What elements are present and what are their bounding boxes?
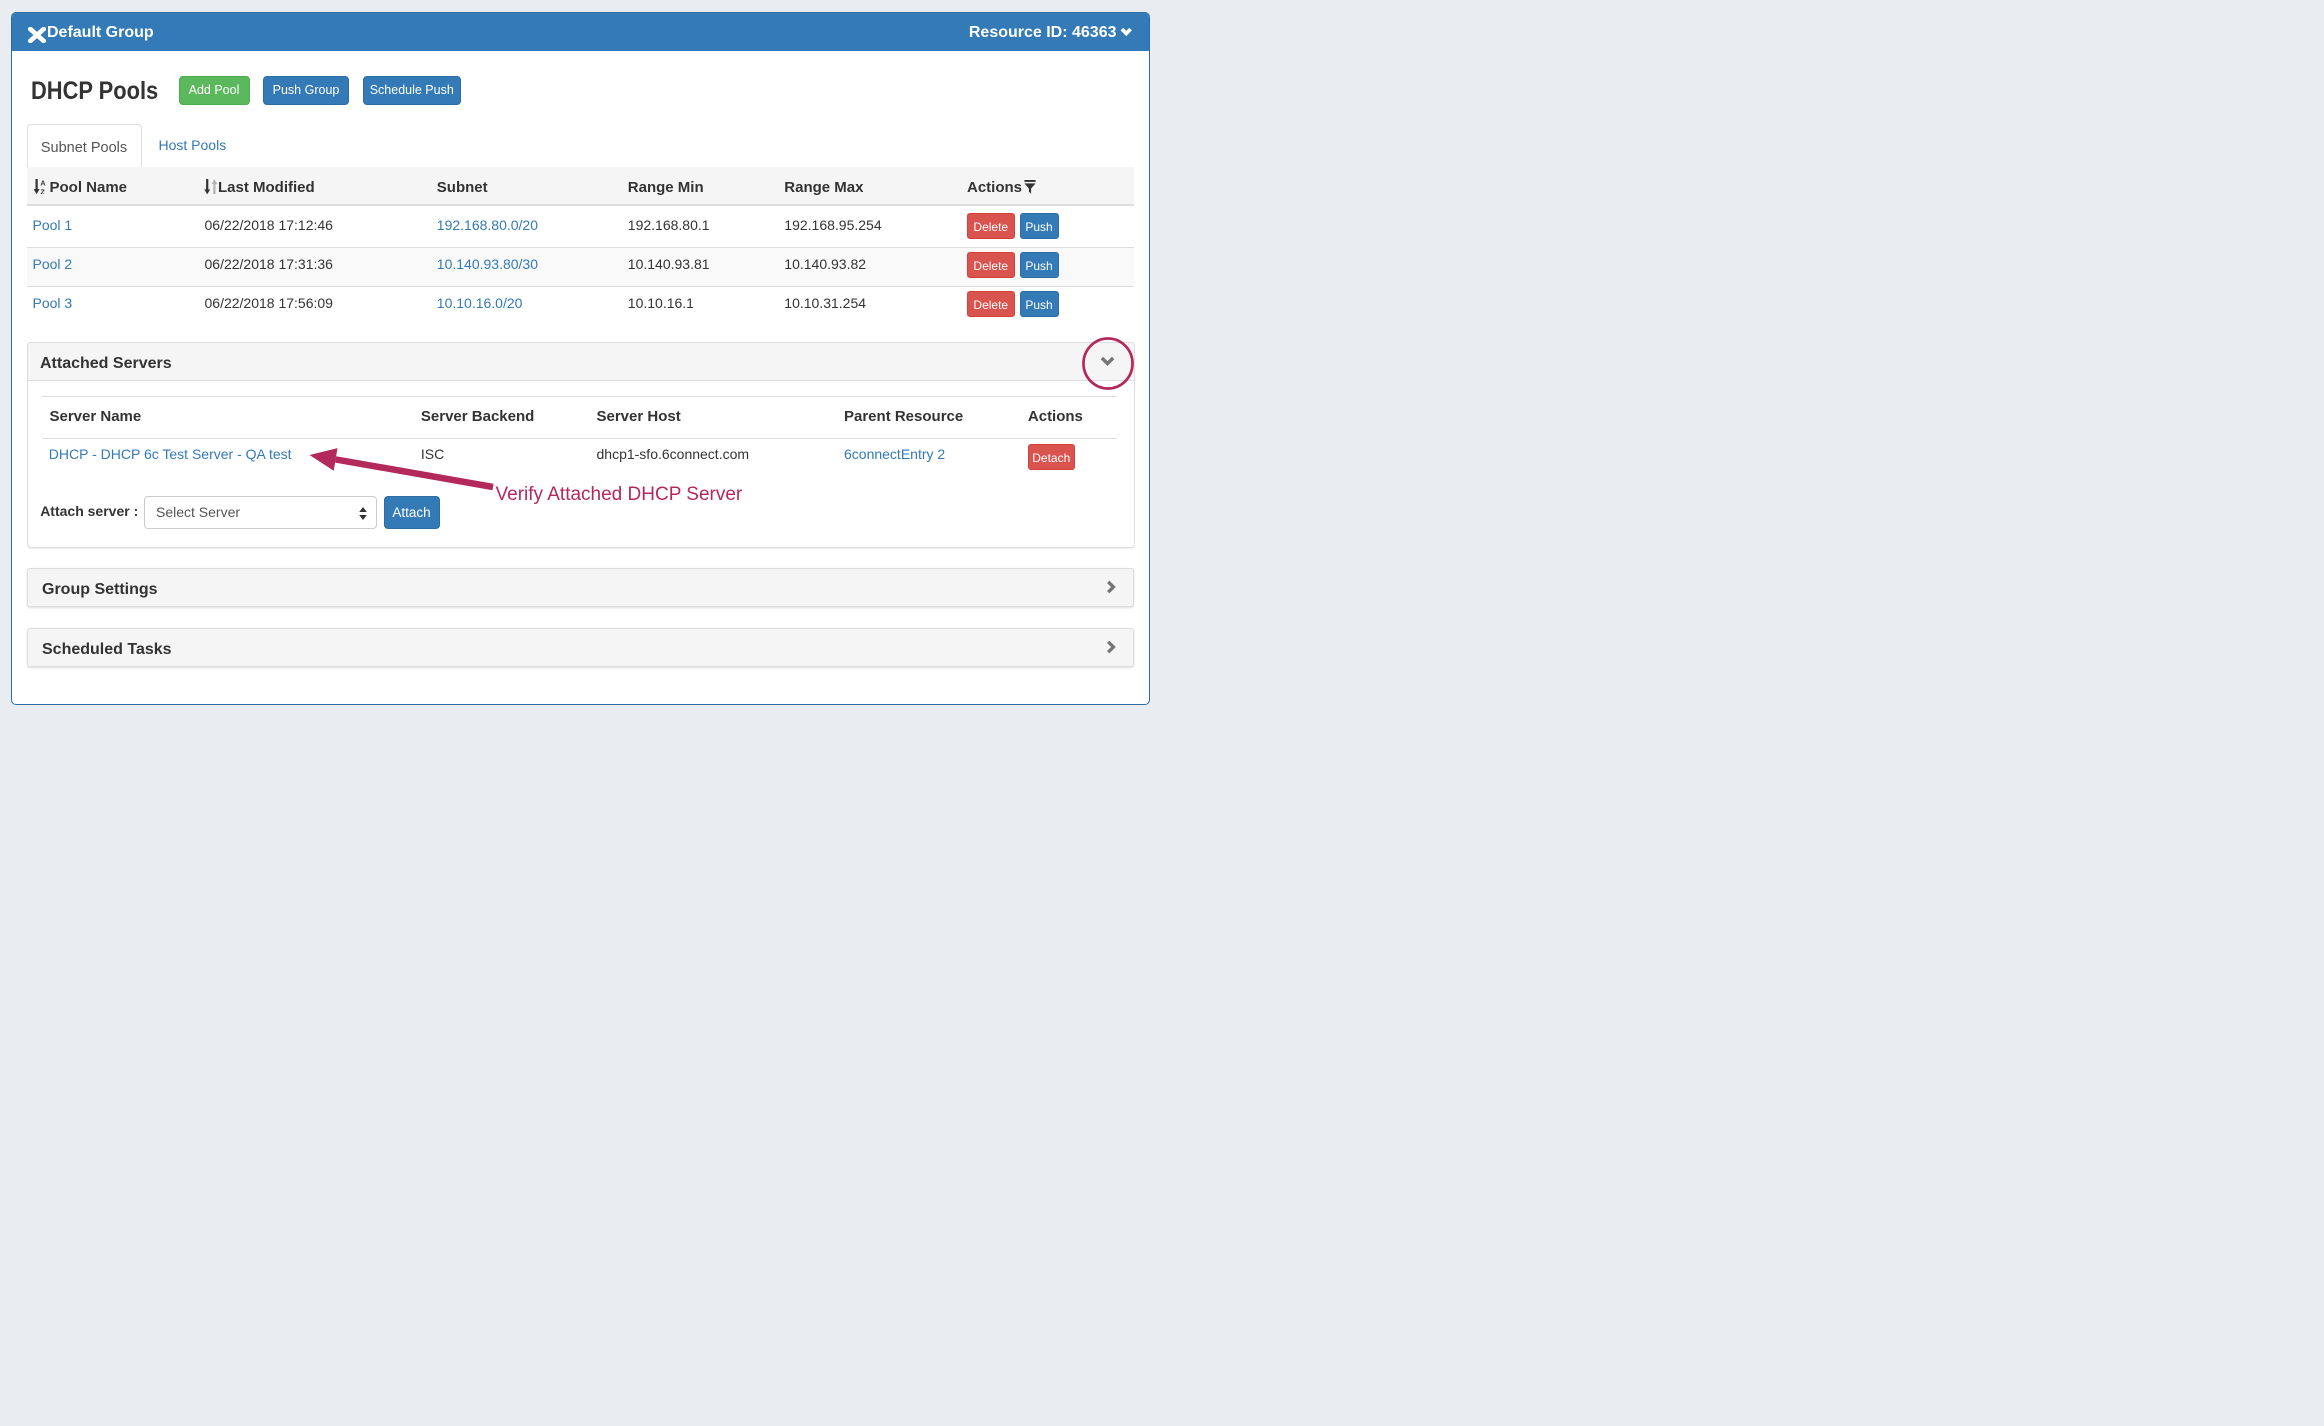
svg-text:A: A: [40, 179, 45, 188]
svg-text:Z: Z: [40, 187, 45, 194]
